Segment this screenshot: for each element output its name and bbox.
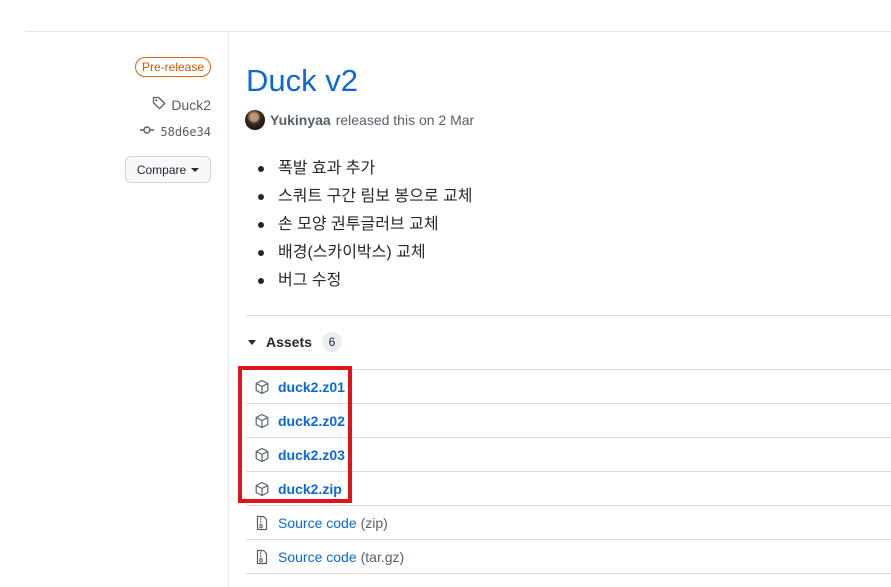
- source-format: (zip): [360, 514, 388, 531]
- bullet-icon: [258, 278, 264, 284]
- file-zip-icon: [254, 515, 270, 531]
- avatar[interactable]: [245, 110, 265, 130]
- asset-link[interactable]: duck2.zip: [278, 481, 342, 497]
- release-notes: 폭발 효과 추가 스쿼트 구간 림보 봉으로 교체 손 모양 권투글러브 교체 …: [258, 155, 472, 295]
- asset-row[interactable]: Source code (zip): [246, 506, 891, 540]
- tag-name: Duck2: [171, 96, 211, 113]
- source-code-zip-link[interactable]: Source code: [278, 515, 357, 531]
- source-code-targz-link[interactable]: Source code: [278, 549, 357, 565]
- package-icon: [254, 379, 270, 395]
- file-zip-icon: [254, 549, 270, 565]
- bullet-icon: [258, 166, 264, 172]
- bullet-icon: [258, 250, 264, 256]
- tag-icon: [151, 95, 167, 114]
- release-title[interactable]: Duck v2: [246, 62, 358, 100]
- asset-link[interactable]: duck2.z02: [278, 413, 345, 429]
- note-text: 스쿼트 구간 림보 봉으로 교체: [278, 188, 473, 205]
- note-text: 배경(스카이박스) 교체: [278, 244, 426, 261]
- note-text: 폭발 효과 추가: [278, 160, 376, 177]
- bullet-icon: [258, 222, 264, 228]
- assets-toggle[interactable]: Assets 6: [248, 332, 342, 352]
- asset-row[interactable]: duck2.z01: [246, 370, 891, 404]
- list-item: 스쿼트 구간 림보 봉으로 교체: [258, 183, 472, 211]
- asset-row[interactable]: duck2.zip: [246, 472, 891, 506]
- section-divider: [246, 315, 891, 316]
- assets-list: duck2.z01 duck2.z02 duck2.z03 duck2.zip …: [246, 369, 891, 574]
- top-divider: [25, 31, 891, 32]
- list-item: 폭발 효과 추가: [258, 155, 472, 183]
- note-text: 손 모양 권투글러브 교체: [278, 216, 439, 233]
- list-item: 손 모양 권투글러브 교체: [258, 211, 472, 239]
- release-commit-link[interactable]: 58d6e34: [139, 122, 211, 141]
- asset-row[interactable]: Source code (tar.gz): [246, 540, 891, 574]
- list-item: 버그 수정: [258, 267, 472, 295]
- compare-button[interactable]: Compare: [125, 156, 211, 183]
- assets-label: Assets: [266, 334, 312, 350]
- release-meta: Yukinyaa released this on 2 Mar: [245, 110, 474, 130]
- asset-link[interactable]: duck2.z01: [278, 379, 345, 395]
- compare-label: Compare: [136, 162, 187, 177]
- note-text: 버그 수정: [278, 272, 342, 289]
- release-date-text: released this on 2 Mar: [335, 112, 475, 128]
- package-icon: [254, 481, 270, 497]
- asset-row[interactable]: duck2.z03: [246, 438, 891, 472]
- list-item: 배경(스카이박스) 교체: [258, 239, 472, 267]
- commit-sha: 58d6e34: [160, 124, 211, 139]
- chevron-down-icon: [191, 167, 200, 172]
- package-icon: [254, 447, 270, 463]
- assets-count-badge: 6: [321, 332, 342, 352]
- source-format: (tar.gz): [360, 548, 405, 565]
- package-icon: [254, 413, 270, 429]
- triangle-down-icon: [248, 339, 256, 345]
- release-author[interactable]: Yukinyaa: [270, 112, 331, 128]
- asset-link[interactable]: duck2.z03: [278, 447, 345, 463]
- prerelease-badge: Pre-release: [135, 57, 211, 77]
- asset-row[interactable]: duck2.z02: [246, 404, 891, 438]
- release-tag-link[interactable]: Duck2: [151, 95, 211, 114]
- bullet-icon: [258, 194, 264, 200]
- sidebar-divider: [228, 31, 229, 587]
- commit-icon: [139, 122, 155, 141]
